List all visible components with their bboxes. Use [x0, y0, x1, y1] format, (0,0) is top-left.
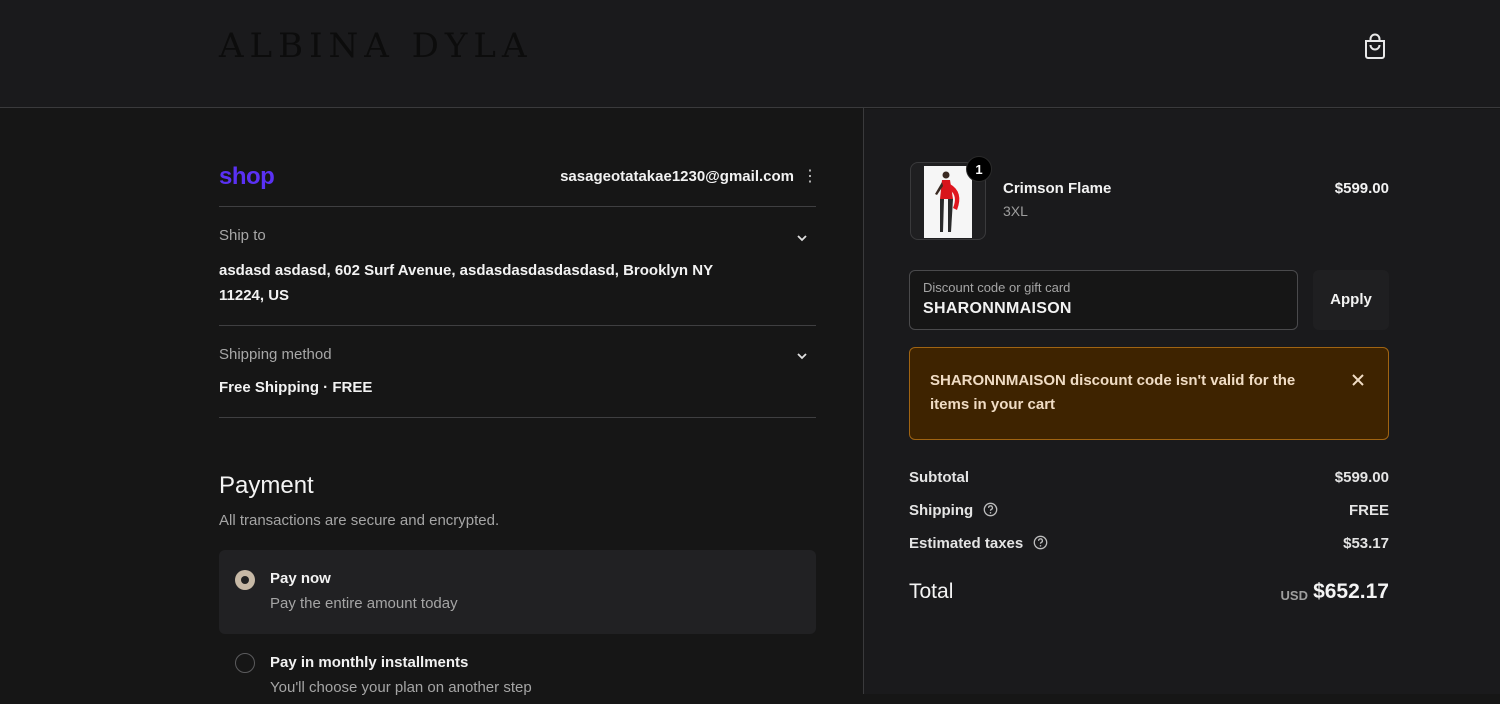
taxes-label: Estimated taxes: [909, 535, 1024, 552]
alert-message: SHARONNMAISON discount code isn't valid …: [930, 372, 1296, 413]
divider: [219, 206, 816, 207]
payment-title: Payment: [219, 472, 314, 499]
shipping-method-label: Shipping method: [219, 346, 332, 363]
product-price: $599.00: [1334, 180, 1389, 197]
kebab-menu-icon[interactable]: ⋮: [802, 168, 818, 186]
shopping-bag-icon[interactable]: [1362, 32, 1388, 60]
site-header: ALBINA DYLA: [0, 0, 1500, 108]
brand-logo[interactable]: ALBINA DYLA: [219, 26, 533, 66]
discount-input-label: Discount code or gift card: [923, 280, 1071, 295]
taxes-row: Estimated taxes: [909, 535, 1048, 552]
payment-subtitle: All transactions are secure and encrypte…: [219, 512, 500, 529]
close-icon[interactable]: [1348, 370, 1368, 390]
address-line-1: asdasd asdasd, 602 Surf Avenue, asdasdas…: [219, 262, 714, 279]
taxes-value: $53.17: [1343, 535, 1389, 552]
total-value: $652.17: [1313, 580, 1389, 603]
subtotal-value: $599.00: [1334, 469, 1389, 486]
shipping-label: Shipping: [909, 502, 974, 519]
option-subtitle: Pay the entire amount today: [270, 595, 458, 612]
product-variant: 3XL: [1003, 203, 1028, 219]
divider: [219, 325, 816, 326]
option-title: Pay now: [270, 570, 331, 587]
chevron-down-icon[interactable]: [795, 231, 809, 245]
radio-selected[interactable]: [235, 570, 255, 590]
product-name: Crimson Flame: [1003, 180, 1112, 197]
total-label: Total: [909, 580, 954, 603]
option-subtitle: You'll choose your plan on another step: [270, 679, 532, 696]
total-currency: USD: [1280, 588, 1308, 603]
help-circle-icon[interactable]: [983, 502, 998, 517]
option-title: Pay in monthly installments: [270, 654, 469, 671]
address-line-2: 11224, US: [219, 287, 290, 304]
column-divider: [863, 108, 864, 694]
radio-unselected[interactable]: [235, 653, 255, 673]
help-circle-icon[interactable]: [1033, 535, 1048, 550]
discount-code-input[interactable]: Discount code or gift card SHARONNMAISON: [909, 270, 1298, 330]
shipping-row: Shipping: [909, 502, 998, 519]
quantity-badge: 1: [966, 156, 992, 182]
ship-to-label: Ship to: [219, 227, 266, 244]
shipping-value: FREE: [1348, 502, 1389, 519]
product-image: [924, 166, 972, 238]
ship-to-address: asdasd asdasd, 602 Surf Avenue, asdasdas…: [219, 258, 713, 308]
chevron-down-icon[interactable]: [795, 349, 809, 363]
account-email: sasageotatakae1230@gmail.com: [560, 168, 794, 185]
shop-pay-logo: shop: [219, 163, 275, 190]
apply-discount-button[interactable]: Apply: [1313, 270, 1389, 330]
payment-option-pay-now[interactable]: Pay now Pay the entire amount today: [219, 550, 816, 634]
subtotal-label: Subtotal: [909, 469, 969, 486]
shipping-method-value: Free Shipping · FREE: [219, 379, 373, 396]
discount-input-value[interactable]: SHARONNMAISON: [923, 300, 1072, 318]
divider: [219, 417, 816, 418]
discount-error-alert: SHARONNMAISON discount code isn't valid …: [909, 347, 1389, 440]
